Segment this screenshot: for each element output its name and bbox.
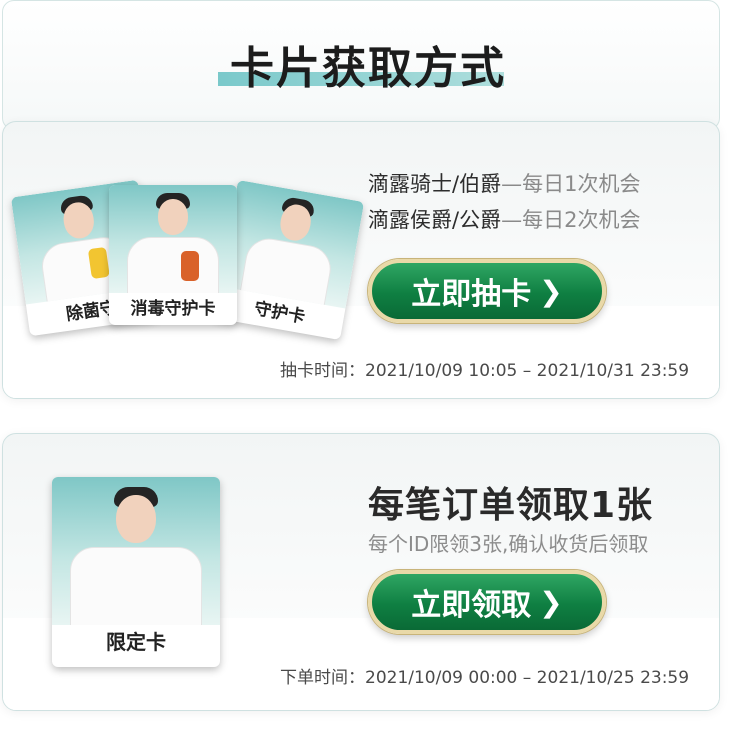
page: 卡片获取方式 除菌守 守护卡 消毒守护卡 滴露骑士/伯爵—每日1次机会 滴露侯爵… xyxy=(0,0,736,738)
card-photo xyxy=(52,477,220,625)
page-title: 卡片获取方式 xyxy=(230,43,506,94)
claim-card-button[interactable]: 立即领取 ❯ xyxy=(368,570,606,634)
order-title: 每笔订单领取1张 xyxy=(368,485,654,526)
card-photo xyxy=(109,185,237,293)
rule-chance: —每日1次机会 xyxy=(501,172,641,196)
collectible-card-disinfect-guard: 消毒守护卡 xyxy=(109,185,237,325)
draw-card-button-label: 立即抽卡 xyxy=(411,277,532,312)
rule-line-1: 滴露骑士/伯爵—每日1次机会 xyxy=(368,168,640,198)
draw-time-text: 抽卡时间：2021/10/09 10:05 – 2021/10/31 23:59 xyxy=(280,361,690,381)
order-time-text: 下单时间：2021/10/09 00:00 – 2021/10/25 23:59 xyxy=(280,668,690,688)
card-label: 消毒守护卡 xyxy=(130,299,216,319)
rule-tier: 滴露骑士/伯爵 xyxy=(368,172,502,196)
order-subtitle: 每个ID限领3张,确认收货后领取 xyxy=(368,532,649,556)
chevron-right-icon: ❯ xyxy=(539,274,563,308)
rule-tier: 滴露侯爵/公爵 xyxy=(368,208,502,232)
draw-card-button[interactable]: 立即抽卡 ❯ xyxy=(368,259,606,323)
rule-chance: —每日2次机会 xyxy=(501,208,641,232)
rule-line-2: 滴露侯爵/公爵—每日2次机会 xyxy=(368,204,640,234)
card-photo xyxy=(219,179,365,309)
claim-card-button-label: 立即领取 xyxy=(411,588,532,623)
card-label: 限定卡 xyxy=(106,630,166,654)
chevron-right-icon: ❯ xyxy=(539,585,563,619)
collectible-card-limited: 限定卡 xyxy=(52,477,220,667)
